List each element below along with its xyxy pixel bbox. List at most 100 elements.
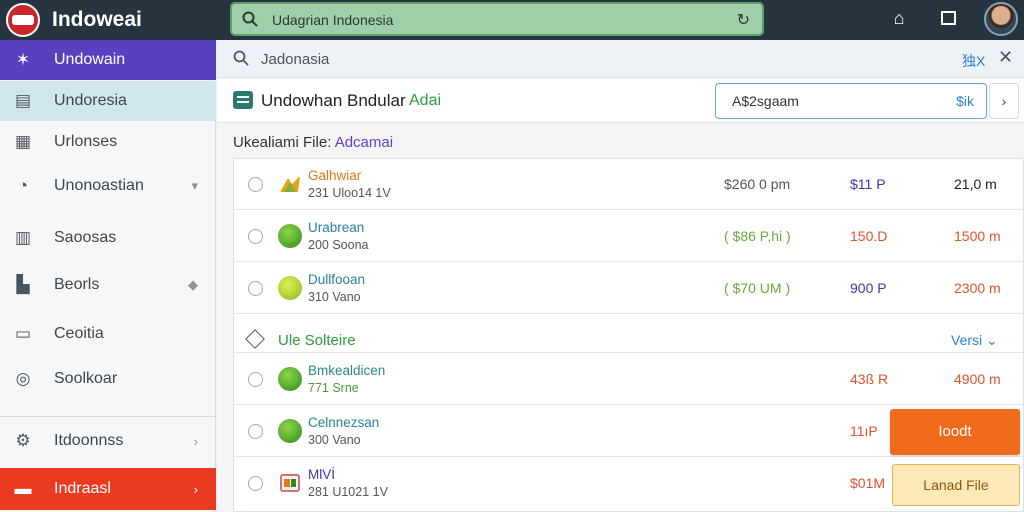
sidebar-item-6[interactable]: ▭ Ceoitia [0, 314, 216, 354]
item-price: ( $86 P,hi ) [724, 228, 791, 244]
item-value: 150.D [850, 228, 888, 244]
breadcrumb-text[interactable]: Jadonasia [261, 51, 329, 68]
item-value: 900 P [850, 280, 887, 296]
translate-link[interactable]: 独X [962, 51, 985, 71]
search-icon [233, 50, 249, 66]
item-value: $01M [850, 475, 886, 491]
sidebar-item-0[interactable]: ✶ Undowain [0, 40, 216, 80]
version-dropdown[interactable]: Versi ⌄ [951, 332, 998, 349]
briefcase-icon: ▥ [14, 228, 32, 247]
item-price: $260 0 pm [724, 176, 791, 192]
close-icon[interactable]: ✕ [998, 47, 1013, 68]
window-icon: ▭ [14, 324, 32, 343]
refresh-icon[interactable]: ↻ [737, 10, 750, 30]
top-bar: Indoweai Udagrian Indonesia ↻ ⌂ [0, 0, 1024, 40]
sidebar-item-4[interactable]: ▥ Saoosas [0, 218, 216, 258]
row-radio[interactable] [248, 424, 263, 439]
file-list: Galhwiar 231 Uloo14 1V $260 0 pm $11 P 2… [233, 158, 1024, 512]
item-subtitle: 771 Srne [308, 381, 359, 395]
item-thumbnail-icon [278, 419, 302, 443]
sidebar-item-8[interactable]: ⚙ Itdoonnss › [0, 421, 216, 461]
list-item[interactable]: Urabrean 200 Soona ( $86 P,hi ) 150.D 15… [234, 211, 1023, 262]
compass-icon: ◔ [17, 176, 29, 195]
sidebar-item-7[interactable]: ◎ Soolkoar [0, 359, 216, 399]
chevron-right-icon[interactable]: › [194, 482, 198, 497]
gear-icon: ⚙ [15, 431, 31, 450]
sidebar-item-3[interactable]: ◔ Unonoastian ▾ [0, 166, 216, 206]
item-thumbnail-icon [278, 276, 302, 300]
target-icon: ◎ [15, 369, 31, 388]
row-radio[interactable] [248, 476, 263, 491]
item-price: ( $70 UM ) [724, 280, 791, 296]
group-label: Ule Solteire [278, 332, 356, 349]
item-thumbnail-icon [280, 176, 300, 192]
sidebar-item-2[interactable]: ▦ Urlonses [0, 122, 216, 162]
grid-icon: ▤ [14, 91, 32, 110]
list-item[interactable]: Bmkealdicen 771 Srne 43ß R 4900 m [234, 354, 1023, 405]
chevron-down-icon[interactable]: ▾ [191, 178, 198, 194]
item-total: 4900 m [954, 371, 1001, 387]
sidebar-item-5[interactable]: ▙ Beorls ◆ [0, 265, 216, 305]
amount-field[interactable]: A$2sgaam $ik [715, 83, 987, 119]
row-radio[interactable] [248, 229, 263, 244]
list-item[interactable]: Galhwiar 231 Uloo14 1V $260 0 pm $11 P 2… [234, 159, 1023, 210]
section-label-accent: Adcamai [334, 134, 394, 151]
amount-unit: $ik [956, 93, 974, 109]
wallet-icon: ▬ [14, 479, 32, 498]
row-radio[interactable] [248, 281, 263, 296]
window-icon[interactable] [941, 11, 956, 25]
sidebar-divider [0, 416, 216, 417]
sidebar-item-label: Ceoitia [54, 325, 104, 342]
sidebar-item-label: Soolkoar [54, 370, 118, 387]
page-title: Undowhan Bndular [261, 91, 406, 110]
search-field[interactable]: Udagrian Indonesia ↻ [230, 2, 764, 36]
app-title: Indoweai [52, 8, 142, 31]
diamond-icon[interactable]: ◆ [188, 277, 198, 293]
page-title-accent: Adai [409, 92, 442, 109]
sidebar-item-1[interactable]: ▤ Undoresia [0, 81, 216, 121]
sidebar-item-9[interactable]: ▬ Indraasl › [0, 468, 216, 510]
sidebar-item-label: Urlonses [54, 133, 118, 150]
sidebar-item-label: Indraasl [54, 480, 111, 497]
row-radio[interactable] [248, 177, 263, 192]
breadcrumb: Jadonasia 独X ✕ [217, 40, 1024, 78]
star-icon: ✶ [15, 50, 31, 69]
sidebar-item-label: Saoosas [54, 229, 117, 246]
section-label: Ukealiami File: Adcamai [233, 134, 393, 151]
load-file-button[interactable]: Lanad File [892, 464, 1020, 506]
home-icon[interactable]: ⌂ [888, 8, 910, 30]
sidebar-item-label: Unonoastian [54, 177, 144, 194]
item-thumbnail-icon [280, 474, 300, 492]
diamond-icon [245, 329, 265, 349]
item-total: 2300 m [954, 280, 1001, 296]
item-value: 11ıP [850, 423, 878, 439]
load-button[interactable]: Ioodt [890, 409, 1020, 455]
item-name: Celnnezsan [308, 415, 380, 430]
amount-value[interactable]: A$2sgaam [732, 93, 799, 109]
next-button[interactable]: › [989, 83, 1019, 119]
search-icon [242, 11, 258, 27]
item-thumbnail-icon [278, 224, 302, 248]
search-input[interactable]: Udagrian Indonesia [272, 12, 393, 28]
item-thumbnail-icon [278, 367, 302, 391]
detail-header: Undowhan Bndular Adai A$2sgaam $ik › [217, 79, 1024, 123]
section-label-text: Ukealiami File: [233, 134, 332, 151]
chevron-right-icon[interactable]: › [194, 434, 198, 449]
item-name: Dullfooan [308, 272, 366, 287]
item-value: $11 P [850, 176, 886, 192]
item-subtitle: 300 Vano [308, 433, 361, 447]
avatar[interactable] [984, 2, 1018, 36]
list-icon [233, 91, 253, 109]
sidebar-item-label: Undowain [54, 51, 126, 68]
item-subtitle: 231 Uloo14 1V [308, 186, 391, 200]
row-radio[interactable] [248, 372, 263, 387]
app-logo[interactable] [6, 3, 40, 37]
item-subtitle: 200 Soona [308, 238, 369, 252]
item-subtitle: 310 Vano [308, 290, 361, 304]
sidebar-item-label: Undoresia [54, 92, 127, 109]
item-value: 43ß R [850, 371, 889, 387]
item-total: 1500 m [954, 228, 1001, 244]
sidebar-item-label: Itdoonnss [54, 432, 124, 449]
group-header[interactable]: Ule Solteire Versi ⌄ [234, 315, 1023, 353]
list-item[interactable]: Dullfooan 310 Vano ( $70 UM ) 900 P 2300… [234, 263, 1023, 314]
